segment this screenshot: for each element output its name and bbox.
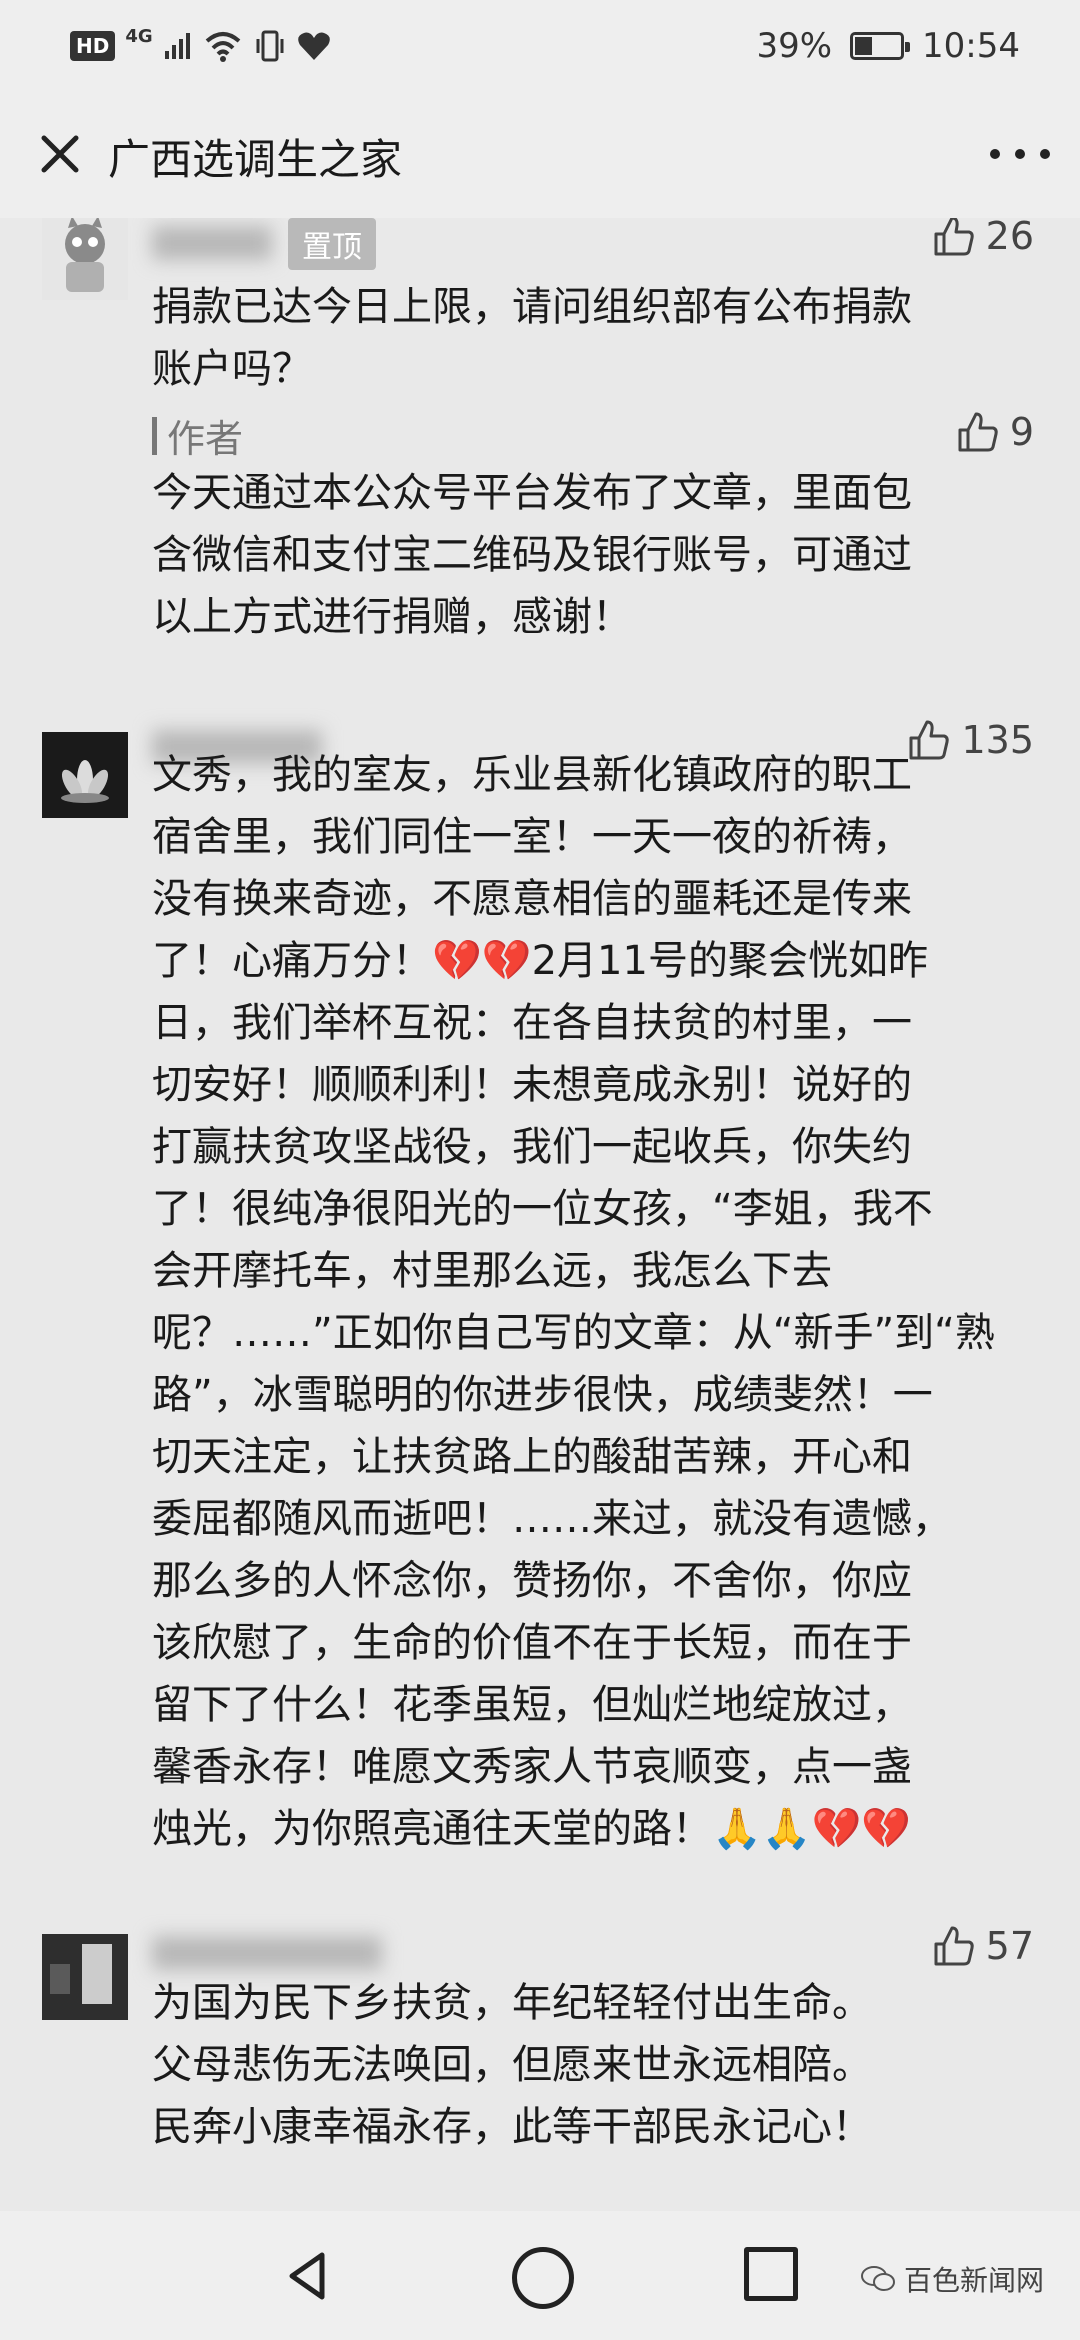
thumbs-up-icon [934,218,974,256]
page-title: 广西选调生之家 [108,135,403,184]
signal-4g-label: 4G [125,26,153,47]
avatar[interactable] [42,1934,128,2020]
avatar[interactable] [42,218,128,300]
home-icon[interactable] [512,2247,574,2309]
comment-text: 文秀，我的室友，乐业县新化镇政府的职工 宿舍里，我们同住一室！一天一夜的祈祷， … [152,752,995,1852]
blurred-username [152,1936,382,1970]
blurred-username [152,226,272,260]
status-bar: HD 4G 39% 10:54 [0,0,1080,92]
vibrate-icon [256,30,284,62]
back-icon[interactable] [282,2249,336,2303]
avatar[interactable] [42,732,128,818]
more-dot [1040,149,1050,159]
author-tag: 作者 [167,417,244,461]
status-left: HD 4G [70,22,331,70]
author-reply-label: 作者 [152,408,243,463]
battery-percent: 39% [756,26,833,66]
signal-icon [164,33,190,59]
clock: 10:54 [922,26,1020,66]
system-nav-bar: 百色新闻网 [0,2211,1080,2340]
comment-text: 为国为民下乡扶贫，年纪轻轻付出生命。 父母悲伤无法唤回，但愿来世永远相陪。 民奔… [152,1980,872,2150]
more-dot [1015,149,1025,159]
like-button[interactable]: 57 [932,1924,1034,1968]
thumbs-up-icon [958,412,998,452]
source-watermark: 百色新闻网 [860,2259,1044,2299]
wechat-icon [860,2266,895,2291]
reply-text: 今天通过本公众号平台发布了文章，里面包 含微信和支付宝二维码及银行账号，可通过 … [152,470,912,640]
like-count: 26 [985,218,1034,258]
pinned-badge: 置顶 [288,218,376,270]
more-dot [990,149,1000,159]
app-header: 广西选调生之家 [0,92,1080,218]
thumbs-up-icon [934,1926,974,1966]
cat-avatar-icon [42,218,128,300]
battery-icon [850,32,911,60]
comment-list: 置顶 26 捐款已达今日上限，请问组织部有公布捐款 账户吗？ 作者 9 今天通过… [0,218,1080,2211]
reply-bar [152,416,157,455]
battery-fill [855,37,873,55]
health-heart-icon [297,32,330,60]
recent-apps-icon[interactable] [744,2247,798,2301]
wifi-icon [205,32,240,62]
like-button[interactable]: 9 [956,410,1034,454]
more-icon[interactable] [990,128,1050,180]
like-count: 9 [1009,410,1034,454]
close-icon[interactable] [28,122,92,186]
like-count: 57 [985,1924,1034,1968]
watermark-text: 百色新闻网 [903,2264,1044,2297]
comment-text: 捐款已达今日上限，请问组织部有公布捐款 账户吗？ [152,284,912,392]
photo-avatar-icon [42,1934,128,2020]
like-button[interactable]: 26 [932,218,1034,258]
lotus-avatar-icon [42,732,128,818]
status-right: 39% 10:54 [756,22,1020,70]
hd-badge: HD [70,31,116,61]
